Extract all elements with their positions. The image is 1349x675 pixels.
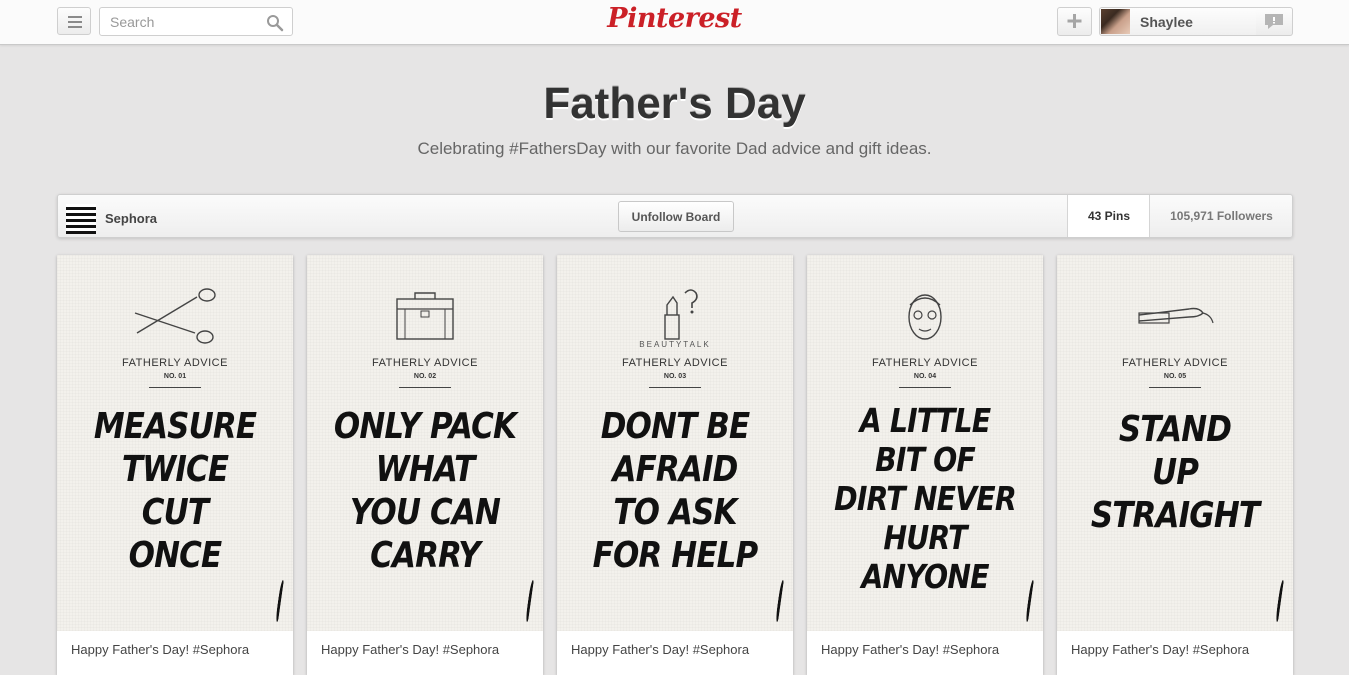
unfollow-board-button[interactable]: Unfollow Board <box>618 201 734 232</box>
fatherly-advice-label: FATHERLY ADVICE <box>372 357 478 369</box>
fatherly-advice-label: FATHERLY ADVICE <box>1122 357 1228 369</box>
sephora-flame-icon <box>775 580 785 622</box>
quote-line: YOU CAN <box>349 492 501 533</box>
pin-card[interactable]: FATHERLY ADVICE NO. 02 ONLY PACK WHAT YO… <box>307 255 543 675</box>
scissors-icon <box>134 288 216 344</box>
divider <box>399 387 451 388</box>
pin-image[interactable]: FATHERLY ADVICE NO. 05 STAND UP STRAIGHT <box>1057 255 1293 631</box>
pin-image[interactable]: FATHERLY ADVICE NO. 02 ONLY PACK WHAT YO… <box>307 255 543 631</box>
pin-quote: ONLY PACK WHAT YOU CAN CARRY <box>324 405 527 577</box>
briefcase-icon <box>396 292 454 340</box>
advice-number: NO. 03 <box>663 373 687 380</box>
fatherly-advice-label: FATHERLY ADVICE <box>872 357 978 369</box>
pin-image[interactable]: FATHERLY ADVICE NO. 04 A LITTLE BIT OF D… <box>807 255 1043 631</box>
user-name: Shaylee <box>1140 14 1193 30</box>
sephora-flame-icon <box>525 580 535 622</box>
user-profile-button[interactable]: Shaylee <box>1099 7 1257 36</box>
quote-line: DONT BE <box>600 406 750 447</box>
fatherly-advice-label: FATHERLY ADVICE <box>622 357 728 369</box>
pin-quote: STAND UP STRAIGHT <box>1074 408 1277 537</box>
pin-card[interactable]: FATHERLY ADVICE NO. 01 MEASURE TWICE CUT… <box>57 255 293 675</box>
advice-number: NO. 02 <box>413 373 437 380</box>
board-owner-name[interactable]: Sephora <box>105 211 157 226</box>
quote-line: TO ASK <box>613 492 737 533</box>
face-mask-icon <box>908 294 942 340</box>
avatar <box>1101 9 1130 34</box>
lipstick-question-icon <box>664 289 698 340</box>
sephora-flame-icon <box>1025 580 1035 622</box>
quote-line: WHAT <box>375 449 476 490</box>
divider <box>649 387 701 388</box>
advice-number: NO. 04 <box>913 373 937 380</box>
pin-quote: A LITTLE BIT OF DIRT NEVER HURT ANYONE <box>824 401 1027 596</box>
quote-line: CUT <box>141 492 209 533</box>
pin-card[interactable]: FATHERLY ADVICE NO. 05 STAND UP STRAIGHT… <box>1057 255 1293 675</box>
plus-icon <box>1067 14 1082 28</box>
advice-number: NO. 05 <box>1163 373 1187 380</box>
quote-line: A LITTLE <box>859 401 991 440</box>
fatherly-advice-label: FATHERLY ADVICE <box>122 357 228 369</box>
board-description: Celebrating #FathersDay with our favorit… <box>417 139 932 158</box>
top-navigation-bar: Pinterest Shaylee <box>0 0 1349 45</box>
divider <box>1149 387 1201 388</box>
pin-image[interactable]: BEAUTYTALK FATHERLY ADVICE NO. 03 DONT B… <box>557 255 793 631</box>
sephora-flame-icon <box>275 580 285 622</box>
quote-line: STAND <box>1118 409 1232 450</box>
board-info-bar: Sephora Unfollow Board 43 Pins 105,971 F… <box>57 194 1293 238</box>
advice-number: NO. 01 <box>163 373 187 380</box>
followers-count-tab[interactable]: 105,971 Followers <box>1149 195 1293 237</box>
quote-line: FOR HELP <box>592 535 759 576</box>
quote-line: ANYONE <box>861 557 989 596</box>
pin-card[interactable]: FATHERLY ADVICE NO. 04 A LITTLE BIT OF D… <box>807 255 1043 675</box>
quote-line: TWICE <box>121 449 229 490</box>
quote-line: HURT <box>883 518 967 557</box>
quote-line: ONLY PACK <box>333 406 517 447</box>
quote-line: STRAIGHT <box>1090 495 1260 536</box>
speech-bubble-icon <box>1265 14 1283 29</box>
quote-line: MEASURE <box>93 406 257 447</box>
board-title: Father's Day <box>543 79 806 128</box>
notifications-button[interactable] <box>1256 7 1293 36</box>
flat-iron-icon <box>1138 307 1214 324</box>
pin-quote: DONT BE AFRAID TO ASK FOR HELP <box>574 405 777 577</box>
pins-count-tab[interactable]: 43 Pins <box>1067 195 1150 237</box>
pin-card[interactable]: BEAUTYTALK FATHERLY ADVICE NO. 03 DONT B… <box>557 255 793 675</box>
pin-quote: MEASURE TWICE CUT ONCE <box>74 405 277 577</box>
quote-line: ONCE <box>128 535 223 576</box>
beautytalk-label: BEAUTYTALK <box>639 340 711 349</box>
pin-image[interactable]: FATHERLY ADVICE NO. 01 MEASURE TWICE CUT… <box>57 255 293 631</box>
quote-line: BIT OF <box>875 440 976 479</box>
divider <box>899 387 951 388</box>
sephora-logo[interactable] <box>66 204 96 234</box>
quote-line: AFRAID <box>612 449 739 490</box>
quote-line: UP <box>1151 452 1199 493</box>
add-pin-button[interactable] <box>1057 7 1092 36</box>
divider <box>149 387 201 388</box>
quote-line: CARRY <box>370 535 481 576</box>
sephora-flame-icon <box>1275 580 1285 622</box>
quote-line: DIRT NEVER <box>834 479 1017 518</box>
